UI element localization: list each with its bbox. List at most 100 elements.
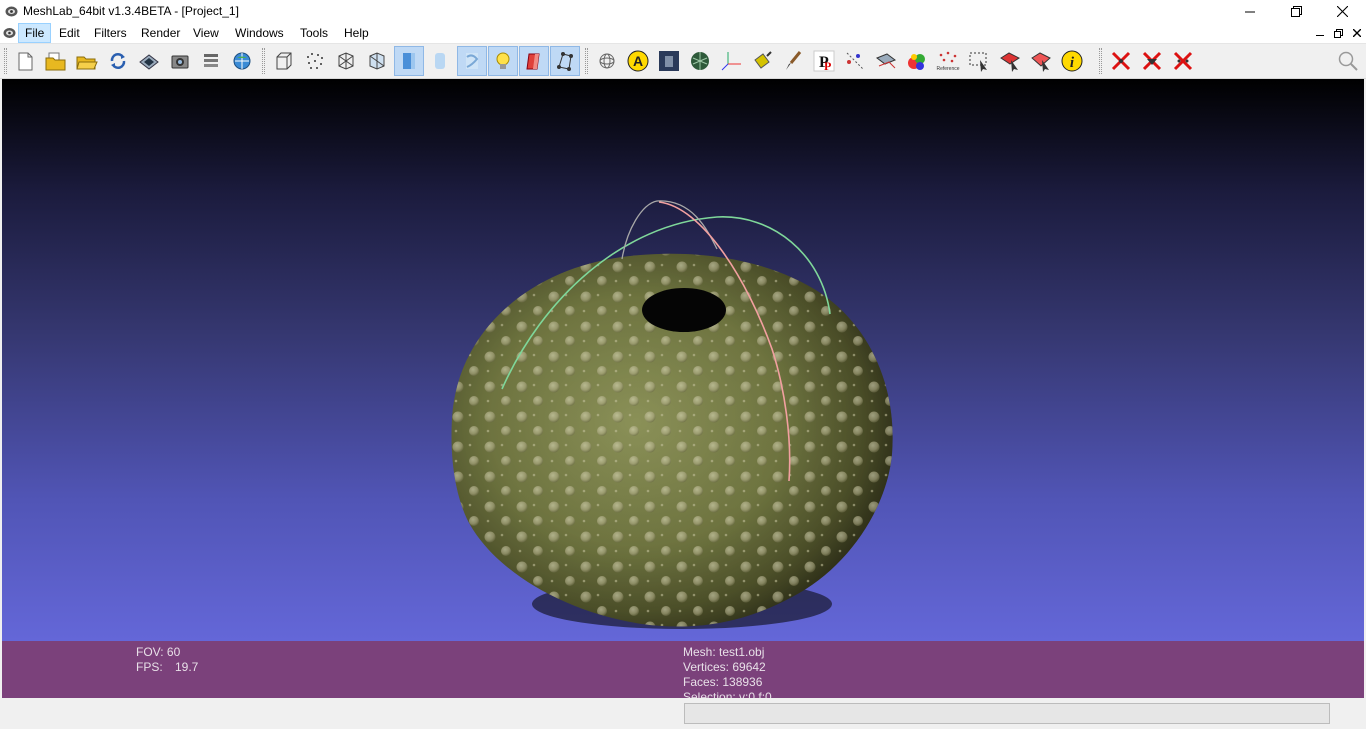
svg-text:Reference: Reference bbox=[936, 66, 959, 72]
close-icon bbox=[1353, 29, 1361, 37]
search-icon bbox=[1338, 51, 1358, 71]
mutual-info-button[interactable] bbox=[902, 46, 932, 76]
toolbar-grip[interactable] bbox=[585, 48, 588, 74]
open-mesh-button[interactable] bbox=[72, 46, 102, 76]
snapshot-button[interactable] bbox=[165, 46, 195, 76]
save-icon bbox=[139, 54, 159, 70]
minimize-button[interactable] bbox=[1227, 0, 1273, 23]
texture-icon bbox=[466, 53, 479, 69]
menu-render[interactable]: Render bbox=[135, 23, 186, 43]
trackball-button[interactable] bbox=[592, 46, 622, 76]
measure-button[interactable] bbox=[840, 46, 870, 76]
select-faces-button[interactable] bbox=[995, 46, 1025, 76]
save-button[interactable] bbox=[134, 46, 164, 76]
hidden-lines-button[interactable] bbox=[362, 46, 392, 76]
menu-windows[interactable]: Windows bbox=[229, 23, 290, 43]
bounding-box-icon bbox=[276, 52, 292, 70]
shader-icon bbox=[659, 51, 679, 71]
delete-selected-faces-button[interactable] bbox=[1106, 46, 1136, 76]
restore-icon bbox=[1333, 28, 1343, 38]
layers-icon bbox=[204, 54, 218, 67]
measure-icon bbox=[846, 52, 864, 70]
info-icon: i bbox=[1061, 50, 1083, 72]
fancy-lighting-button[interactable] bbox=[550, 46, 580, 76]
camera-icon bbox=[171, 55, 189, 69]
normals-icon bbox=[557, 52, 573, 71]
pickpoints-button[interactable]: PP bbox=[809, 46, 839, 76]
open-folder-icon bbox=[76, 56, 98, 70]
svg-text:P: P bbox=[824, 59, 831, 72]
shader-button[interactable] bbox=[654, 46, 684, 76]
color-gears-icon bbox=[908, 54, 925, 70]
meshlab-app-icon[interactable] bbox=[5, 5, 18, 18]
points-button[interactable] bbox=[300, 46, 330, 76]
align-icon bbox=[875, 53, 897, 69]
select-rect-icon bbox=[969, 52, 987, 72]
reload-icon bbox=[110, 53, 126, 69]
info-button[interactable]: i bbox=[1057, 46, 1087, 76]
bounding-box-button[interactable] bbox=[269, 46, 299, 76]
close-button[interactable] bbox=[1319, 0, 1365, 23]
letter-a-icon: A bbox=[627, 50, 649, 72]
trackball-arc-gray bbox=[621, 200, 718, 260]
flat-shading-icon bbox=[403, 53, 415, 69]
select-faces-icon bbox=[1000, 52, 1020, 72]
mesh-render[interactable] bbox=[2, 79, 1364, 641]
align-button[interactable] bbox=[871, 46, 901, 76]
annotation-button[interactable]: A bbox=[623, 46, 653, 76]
reload-button[interactable] bbox=[103, 46, 133, 76]
minimize-icon bbox=[1245, 11, 1255, 12]
new-project-button[interactable] bbox=[10, 46, 40, 76]
texture-map-icon bbox=[691, 52, 709, 70]
selection-count: Selection: v:0 f:0 bbox=[683, 690, 772, 698]
menu-tools[interactable]: Tools bbox=[294, 23, 334, 43]
trackball-icon bbox=[599, 53, 615, 69]
delete-selected-edges-button[interactable] bbox=[1168, 46, 1198, 76]
axes-button[interactable] bbox=[716, 46, 746, 76]
close-icon bbox=[1336, 6, 1348, 17]
flat-shading-button[interactable] bbox=[394, 46, 424, 76]
paint-brush-button[interactable] bbox=[778, 46, 808, 76]
menu-edit[interactable]: Edit bbox=[53, 23, 86, 43]
delete-selected-vertices-button[interactable] bbox=[1137, 46, 1167, 76]
hidden-lines-icon bbox=[369, 52, 385, 70]
info-panel: FOV: 60 FPS: 19.7 Mesh: test1.obj Vertic… bbox=[2, 641, 1364, 698]
menu-help[interactable]: Help bbox=[338, 23, 375, 43]
layers-button[interactable] bbox=[196, 46, 226, 76]
light-bulb-icon bbox=[496, 52, 510, 69]
search-button[interactable] bbox=[1333, 46, 1363, 76]
lighting-button[interactable] bbox=[488, 46, 518, 76]
double-side-lighting-button[interactable] bbox=[519, 46, 549, 76]
select-vertices-button[interactable] bbox=[964, 46, 994, 76]
mdi-minimize-button[interactable] bbox=[1312, 25, 1328, 41]
menu-file[interactable]: File bbox=[18, 23, 52, 43]
3d-viewport[interactable] bbox=[2, 79, 1364, 641]
restore-icon bbox=[1290, 6, 1302, 17]
wireframe-button[interactable] bbox=[331, 46, 361, 76]
restore-button[interactable] bbox=[1273, 0, 1319, 23]
paint-bucket-button[interactable] bbox=[747, 46, 777, 76]
texture-map-button[interactable] bbox=[685, 46, 715, 76]
mdi-restore-button[interactable] bbox=[1330, 25, 1346, 41]
globe-icon bbox=[233, 52, 251, 70]
texture-mode-button[interactable] bbox=[457, 46, 487, 76]
window-title: MeshLab_64bit v1.3.4BETA - [Project_1] bbox=[23, 4, 239, 18]
letter-p-icon: PP bbox=[813, 50, 835, 72]
main-toolbar: A PP Reference i bbox=[0, 44, 1366, 79]
reference-button[interactable]: Reference bbox=[933, 46, 963, 76]
menu-bar: File Edit Filters Render View Windows To… bbox=[0, 23, 1366, 44]
toolbar-grip[interactable] bbox=[262, 48, 265, 74]
raster-layers-button[interactable] bbox=[227, 46, 257, 76]
toolbar-grip[interactable] bbox=[1099, 48, 1102, 74]
toolbar-grip[interactable] bbox=[4, 48, 7, 74]
open-project-button[interactable] bbox=[41, 46, 71, 76]
reference-points-icon: Reference bbox=[936, 51, 960, 72]
smooth-shading-button[interactable] bbox=[425, 46, 455, 76]
wireframe-icon bbox=[338, 52, 354, 70]
menu-view[interactable]: View bbox=[187, 23, 225, 43]
select-connected-button[interactable] bbox=[1026, 46, 1056, 76]
menu-filters[interactable]: Filters bbox=[88, 23, 133, 43]
mdi-close-button[interactable] bbox=[1349, 25, 1365, 41]
minimize-icon bbox=[1316, 35, 1324, 36]
document-icon[interactable] bbox=[3, 27, 16, 39]
